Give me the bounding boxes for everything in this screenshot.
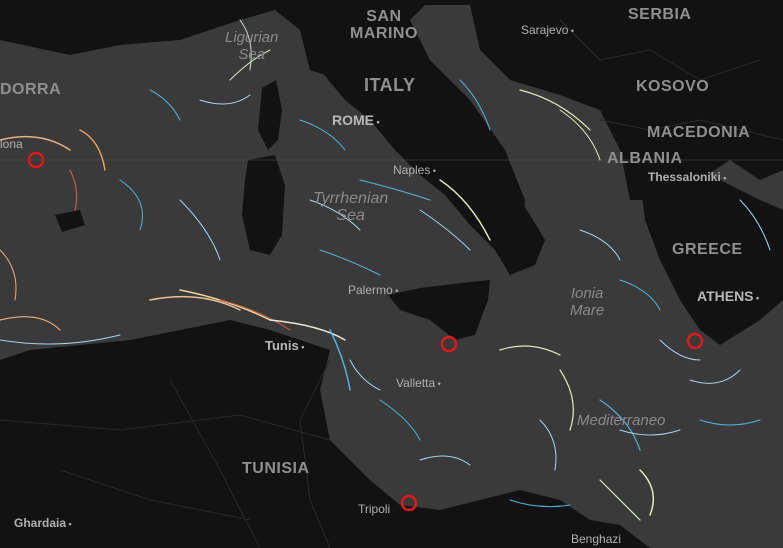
label-macedonia: MACEDONIA [647,124,751,141]
label-thessaloniki: Thessaloniki [648,170,726,184]
label-kosovo: KOSOVO [636,78,710,95]
label-tyrrhenian-sea: Tyrrhenian Sea [313,190,389,224]
label-san-marino: SAN MARINO [350,8,418,42]
label-naples: Naples [393,163,436,177]
label-tripoli: Tripoli [358,502,391,516]
label-tunis: Tunis [265,338,304,353]
label-mediterranean: Mediterraneo [577,412,666,429]
label-athens: ATHENS [697,288,759,304]
label-ionian-sea: Ionia Mare [570,285,605,319]
label-barcelona: lona [0,137,23,151]
label-albania: ALBANIA [607,150,683,167]
label-italy: ITALY [364,75,416,95]
label-tunisia: TUNISIA [242,460,310,477]
label-valletta: Valletta [396,376,441,390]
label-ligurian-sea: Ligurian Sea [225,29,279,63]
label-sarajevo: Sarajevo [521,23,574,37]
label-palermo: Palermo [348,283,398,297]
label-ghardaia: Ghardaia [14,516,72,530]
label-serbia: SERBIA [628,6,692,23]
label-andorra: DORRA [0,81,62,98]
label-greece: GREECE [672,241,743,258]
label-rome: ROME [332,112,380,128]
sardinia [242,155,285,255]
label-benghazi: Benghazi [571,532,622,546]
